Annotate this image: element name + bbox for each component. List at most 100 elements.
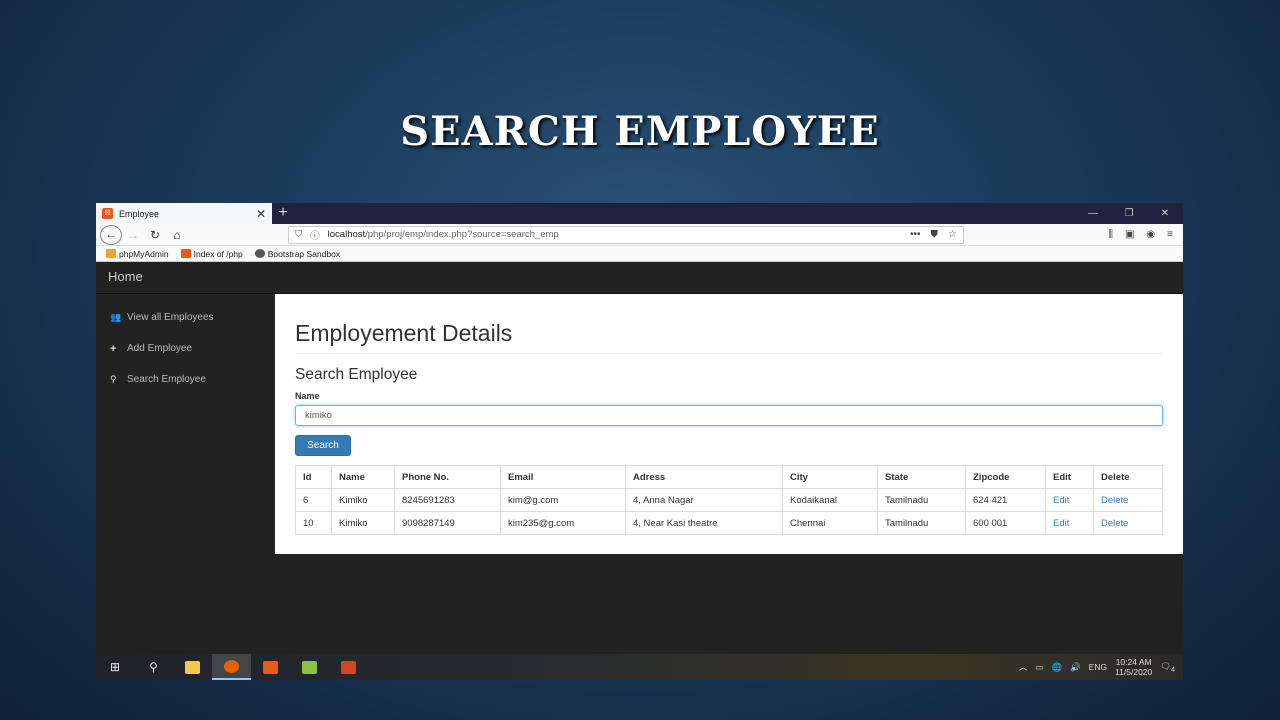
- url-bar[interactable]: ⛉ ⓘ localhost /php/proj/emp/index.php?so…: [288, 225, 964, 244]
- powerpoint-icon[interactable]: [329, 654, 368, 680]
- browser-toolbar: ← → ↻ ⌂ ⛉ ⓘ localhost /php/proj/emp/inde…: [96, 224, 1183, 246]
- table-row: 10 Kimiko 9098287149 kim235@g.com 4, Nea…: [295, 511, 1163, 535]
- search-button[interactable]: Search: [295, 435, 351, 456]
- forward-arrow-icon[interactable]: →: [122, 228, 144, 242]
- sidebar-item-search-employee[interactable]: ⚲ Search Employee: [96, 364, 275, 395]
- tab-strip: ☒ Employee ✕ + — ❐ ✕: [96, 203, 1183, 224]
- new-tab-button[interactable]: +: [272, 203, 294, 224]
- sidebar-item-label: View all Employees: [127, 312, 214, 323]
- column-header: State: [877, 465, 966, 489]
- tab-close-icon[interactable]: ✕: [256, 207, 266, 221]
- url-path: /php/proj/emp/index.php?source=search_em…: [365, 229, 559, 240]
- sidebar-item-label: Search Employee: [127, 374, 206, 385]
- bookmarks-toolbar: phpMyAdmin Index of /php Bootstrap Sandb…: [96, 246, 1183, 262]
- minimize-button[interactable]: —: [1075, 203, 1111, 224]
- cell-city: Chennai: [782, 511, 878, 535]
- sidebar-item-label: Add Employee: [127, 343, 193, 354]
- sidebar-toggle-icon[interactable]: ▣: [1125, 229, 1134, 240]
- clock-time: 10:24 AM: [1115, 657, 1152, 667]
- cell-city: Kodaikanal: [782, 488, 878, 512]
- cell-address: 4, Near Kasi theatre: [625, 511, 783, 535]
- edit-link[interactable]: Edit: [1045, 488, 1094, 512]
- clock-date: 11/5/2020: [1115, 667, 1153, 677]
- column-header: Id: [295, 465, 332, 489]
- notification-center-icon[interactable]: 🗨4: [1160, 661, 1175, 674]
- xampp-icon[interactable]: [251, 654, 290, 680]
- restore-button[interactable]: ❐: [1111, 203, 1147, 224]
- slide-title: SEARCH EMPLOYEE: [400, 108, 880, 155]
- cell-email: kim@g.com: [500, 488, 626, 512]
- bookmark-phpmyadmin[interactable]: phpMyAdmin: [106, 248, 169, 259]
- section-title: Search Employee: [295, 366, 418, 383]
- column-header: Adress: [625, 465, 783, 489]
- plus-icon: +: [110, 342, 117, 355]
- file-explorer-icon[interactable]: [173, 654, 212, 680]
- column-header: Delete: [1093, 465, 1163, 489]
- url-host: localhost: [327, 229, 366, 240]
- column-header: Email: [500, 465, 626, 489]
- cell-id: 10: [295, 511, 332, 535]
- taskbar-search-icon[interactable]: ⚲: [134, 654, 173, 680]
- language-indicator[interactable]: ENG: [1089, 662, 1107, 672]
- library-icon[interactable]: ⫼: [1108, 229, 1113, 240]
- column-header: Edit: [1045, 465, 1094, 489]
- bookmark-index-php[interactable]: Index of /php: [180, 248, 243, 259]
- notepad-icon[interactable]: [290, 654, 329, 680]
- name-label: Name: [295, 391, 320, 401]
- bookmark-star-icon[interactable]: ☆: [948, 229, 957, 240]
- home-icon[interactable]: ⌂: [166, 228, 188, 242]
- cell-state: Tamilnadu: [877, 488, 966, 512]
- notification-count: 4: [1171, 665, 1175, 674]
- clock[interactable]: 10:24 AM 11/5/2020: [1115, 657, 1152, 677]
- network-icon[interactable]: 🌐: [1051, 662, 1062, 673]
- account-icon[interactable]: ◉: [1146, 229, 1155, 240]
- edit-link[interactable]: Edit: [1045, 511, 1094, 535]
- browser-tab[interactable]: ☒ Employee ✕: [96, 203, 272, 224]
- sidebar-item-view-all-employees[interactable]: 👥 View all Employees: [96, 302, 275, 333]
- table-row: 6 Kimiko 8245691283 kim@g.com 4, Anna Na…: [295, 488, 1163, 512]
- delete-link[interactable]: Delete: [1093, 488, 1163, 512]
- volume-icon[interactable]: 🔊: [1070, 662, 1081, 673]
- employee-table: Id Name Phone No. Email Adress City Stat…: [295, 465, 1163, 535]
- back-arrow-icon[interactable]: ←: [100, 224, 122, 245]
- sidebar: 👥 View all Employees + Add Employee ⚲ Se…: [96, 294, 275, 656]
- start-button[interactable]: ⊞: [96, 654, 134, 680]
- more-actions-icon[interactable]: •••: [910, 229, 921, 240]
- browser-window: ☒ Employee ✕ + — ❐ ✕ ← → ↻ ⌂ ⛉ ⓘ localho…: [96, 203, 1183, 680]
- delete-link[interactable]: Delete: [1093, 511, 1163, 535]
- cell-state: Tamilnadu: [877, 511, 966, 535]
- cell-phone: 9098287149: [394, 511, 501, 535]
- cell-id: 6: [295, 488, 332, 512]
- chevron-up-icon[interactable]: ︿: [1019, 661, 1028, 673]
- cell-name: Kimiko: [331, 488, 395, 512]
- firefox-icon[interactable]: [212, 654, 251, 680]
- xampp-favicon-icon: ☒: [102, 208, 113, 219]
- system-tray: ︿ ▭ 🌐 🔊 ENG 10:24 AM 11/5/2020 🗨4: [1019, 657, 1183, 677]
- cell-name: Kimiko: [331, 511, 395, 535]
- tab-title: Employee: [119, 208, 160, 219]
- info-icon[interactable]: ⓘ: [310, 228, 320, 242]
- shield-icon[interactable]: ⛉: [295, 229, 302, 240]
- name-search-input[interactable]: [295, 405, 1163, 426]
- windows-taskbar: ⊞ ⚲ ︿ ▭ 🌐 🔊 ENG 10:24 AM 11/5/2020 🗨4: [96, 654, 1183, 680]
- home-link[interactable]: Home: [108, 269, 143, 284]
- page-title: Employement Details: [295, 320, 1163, 354]
- column-header: Name: [331, 465, 395, 489]
- app-navbar: Home: [96, 262, 1183, 294]
- search-icon: ⚲: [110, 374, 117, 384]
- pocket-icon[interactable]: ⛊: [931, 229, 939, 240]
- battery-icon[interactable]: ▭: [1035, 662, 1043, 673]
- main-content: Employement Details Search Employee Name…: [275, 294, 1183, 554]
- cell-address: 4, Anna Nagar: [625, 488, 783, 512]
- cell-email: kim235@g.com: [500, 511, 626, 535]
- sidebar-item-add-employee[interactable]: + Add Employee: [96, 333, 275, 364]
- close-window-button[interactable]: ✕: [1147, 203, 1183, 224]
- menu-icon[interactable]: ≡: [1167, 229, 1173, 240]
- globe-icon: [254, 248, 265, 258]
- column-header: Phone No.: [394, 465, 501, 489]
- bookmark-bootstrap-sandbox[interactable]: Bootstrap Sandbox: [254, 248, 340, 259]
- cell-phone: 8245691283: [394, 488, 501, 512]
- window-controls: — ❐ ✕: [1075, 203, 1183, 224]
- phpmyadmin-icon: [106, 248, 116, 258]
- reload-icon[interactable]: ↻: [144, 228, 166, 242]
